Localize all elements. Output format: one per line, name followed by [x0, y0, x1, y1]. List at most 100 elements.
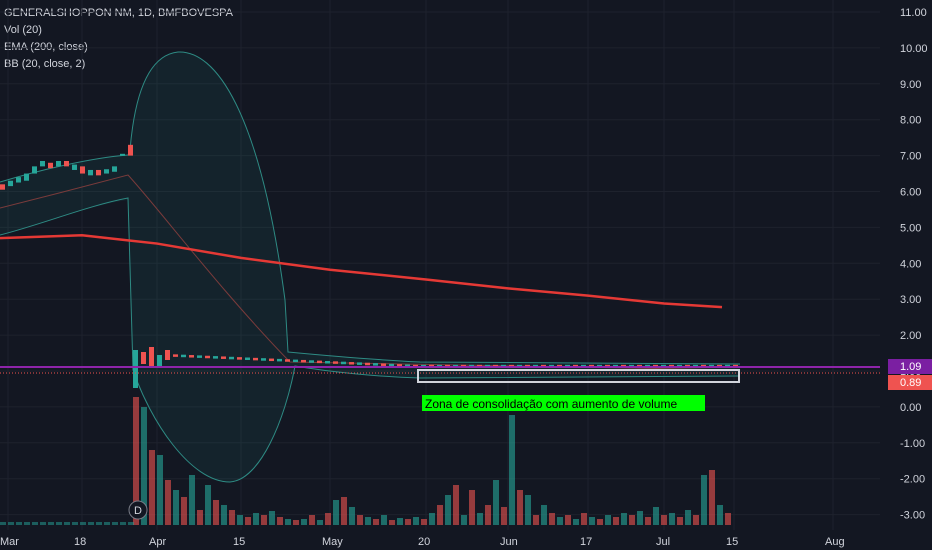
y-tick-label: -2.00: [900, 474, 925, 486]
candle: [157, 355, 162, 367]
volume-bar: [517, 490, 523, 525]
candle: [349, 362, 354, 365]
volume-bar: [285, 519, 291, 525]
y-tick-label: 9.00: [900, 79, 921, 91]
volume-bar: [597, 519, 603, 525]
volume-bar: [437, 505, 443, 525]
candle: [32, 166, 37, 174]
candle: [221, 356, 226, 359]
volume-bar: [485, 505, 491, 525]
volume-bar: [477, 513, 483, 525]
volume-bar: [48, 522, 54, 525]
volume-bar: [120, 522, 126, 525]
candle: [181, 354, 186, 358]
volume-bar: [365, 517, 371, 525]
x-tick-label: 17: [580, 536, 592, 548]
candle: [56, 160, 61, 167]
x-tick-label: 15: [233, 536, 245, 548]
dividend-marker[interactable]: D: [128, 500, 148, 520]
price-tag-lower: 0.89: [888, 375, 932, 390]
volume-bar: [501, 507, 507, 525]
volume-bar: [397, 518, 403, 525]
candle: [269, 358, 274, 362]
volume-bar: [104, 522, 110, 525]
candle: [277, 358, 282, 362]
volume-bar: [229, 510, 235, 525]
candle: [373, 363, 378, 366]
volume-bar: [389, 520, 395, 525]
price-tag-upper-label: 1.09: [900, 361, 921, 373]
bollinger-bands: [0, 51, 741, 483]
y-tick-label: 0.00: [900, 402, 921, 414]
candle: [341, 361, 346, 365]
candle: [133, 350, 138, 388]
candle: [381, 363, 386, 366]
volume-bar: [269, 511, 275, 525]
candle: [173, 354, 178, 357]
volume-bar: [32, 522, 38, 525]
candle: [8, 180, 13, 187]
volume-bar: [605, 515, 611, 525]
volume-bar: [653, 507, 659, 525]
volume-bar: [165, 480, 171, 525]
candle: [285, 359, 290, 362]
volume-bar: [8, 522, 14, 525]
price-tag-upper: 1.09: [888, 359, 932, 374]
volume-bar: [88, 522, 94, 525]
candle: [261, 358, 266, 361]
volume-bar: [589, 517, 595, 525]
candle: [245, 357, 250, 360]
volume-bar: [301, 519, 307, 525]
volume-bar: [325, 513, 331, 525]
candle: [253, 357, 258, 361]
volume-bar: [725, 513, 731, 525]
dividend-marker-label: D: [134, 505, 142, 517]
candle: [213, 356, 218, 359]
candle: [40, 160, 45, 167]
volume-bar: [693, 515, 699, 525]
annotation-text: Zona de consolidação com aumento de volu…: [425, 397, 677, 411]
x-tick-label: Apr: [149, 536, 166, 548]
volume-bar: [317, 520, 323, 525]
y-tick-label: 4.00: [900, 258, 921, 270]
y-tick-label: 11.00: [900, 7, 927, 19]
y-tick-label: 3.00: [900, 294, 921, 306]
candle: [80, 166, 85, 174]
volume-bar: [293, 520, 299, 525]
volume-bar: [661, 515, 667, 525]
volume-bar: [669, 513, 675, 525]
volume-bar: [493, 480, 499, 525]
candle: [365, 362, 370, 366]
price-axis[interactable]: 11.00 10.00 9.00 8.00 7.00 6.00 5.00 4.00 3.00 2.…: [900, 7, 928, 522]
candle: [16, 177, 21, 183]
candle: [333, 361, 338, 364]
volume-bar: [709, 470, 715, 525]
volume-bar: [0, 522, 6, 525]
candle: [128, 144, 133, 156]
volume-bar: [149, 450, 155, 525]
volume-bar: [525, 495, 531, 525]
candle: [149, 347, 154, 367]
volume-bar: [429, 513, 435, 525]
volume-bar: [128, 522, 134, 525]
candle: [309, 360, 314, 363]
candle: [88, 169, 93, 176]
volume-bars: [0, 397, 731, 525]
volume-bar: [557, 517, 563, 525]
volume-bar: [16, 522, 22, 525]
volume-bar: [56, 522, 62, 525]
time-axis[interactable]: Mar 18 Apr 15 May 20 Jun 17 Jul 15 Aug: [0, 536, 845, 548]
ema-line: [0, 234, 723, 309]
candle: [165, 350, 170, 360]
price-chart[interactable]: Zona de consolidação com aumento de volu…: [0, 0, 932, 550]
candle: [24, 173, 29, 181]
volume-bar: [40, 522, 46, 525]
volume-bar: [333, 500, 339, 525]
x-tick-label: Jun: [500, 536, 518, 548]
candle: [197, 355, 202, 358]
y-tick-label: -1.00: [900, 438, 925, 450]
volume-bar: [421, 519, 427, 525]
x-tick-label: Jul: [656, 536, 670, 548]
volume-bar: [309, 515, 315, 525]
volume-bar: [509, 415, 515, 525]
